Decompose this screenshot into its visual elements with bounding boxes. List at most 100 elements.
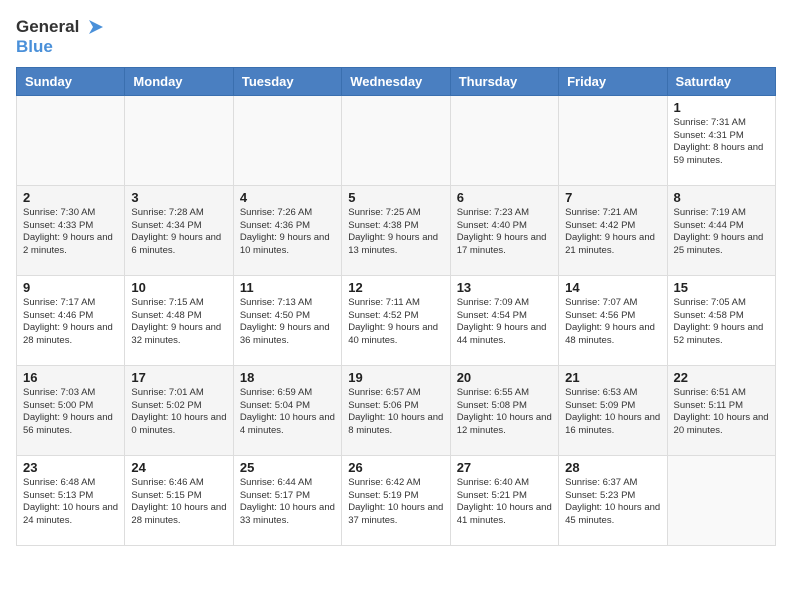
cell-text: Sunrise: 7:05 AM Sunset: 4:58 PM Dayligh… (674, 297, 769, 348)
day-number: 21 (565, 370, 660, 385)
cell-text: Sunrise: 7:15 AM Sunset: 4:48 PM Dayligh… (131, 297, 226, 348)
day-number: 11 (240, 280, 335, 295)
day-number: 5 (348, 190, 443, 205)
cell-text: Sunrise: 7:23 AM Sunset: 4:40 PM Dayligh… (457, 207, 552, 258)
column-header-saturday: Saturday (667, 67, 775, 95)
calendar-cell: 13Sunrise: 7:09 AM Sunset: 4:54 PM Dayli… (450, 275, 558, 365)
column-header-sunday: Sunday (17, 67, 125, 95)
cell-text: Sunrise: 6:55 AM Sunset: 5:08 PM Dayligh… (457, 387, 552, 438)
calendar-cell: 16 Sunrise: 7:03 AM Sunset: 5:00 PM Dayli… (17, 365, 125, 455)
calendar-cell: 2 Sunrise: 7:30 AM Sunset: 4:33 PM Daylig… (17, 185, 125, 275)
day-number: 19 (348, 370, 443, 385)
cell-text: Sunrise: 7:03 AM Sunset: 5:00 PM Dayligh… (23, 387, 118, 438)
cell-text: Sunrise: 6:59 AM Sunset: 5:04 PM Dayligh… (240, 387, 335, 438)
day-number: 26 (348, 460, 443, 475)
calendar-cell: 7Sunrise: 7:21 AM Sunset: 4:42 PM Daylig… (559, 185, 667, 275)
cell-text: Sunrise: 6:48 AM Sunset: 5:13 PM Dayligh… (23, 477, 118, 528)
column-header-wednesday: Wednesday (342, 67, 450, 95)
calendar-cell: 26 Sunrise: 6:42 AM Sunset: 5:19 PM Dayli… (342, 455, 450, 545)
logo-general-text: General (16, 18, 79, 37)
calendar-cell (342, 95, 450, 185)
cell-text: Sunrise: 7:17 AM Sunset: 4:46 PM Dayligh… (23, 297, 118, 348)
day-number: 22 (674, 370, 769, 385)
column-header-monday: Monday (125, 67, 233, 95)
day-number: 14 (565, 280, 660, 295)
cell-text: Sunrise: 7:21 AM Sunset: 4:42 PM Dayligh… (565, 207, 660, 258)
day-number: 8 (674, 190, 769, 205)
day-number: 4 (240, 190, 335, 205)
calendar-cell (559, 95, 667, 185)
cell-text: Sunrise: 7:07 AM Sunset: 4:56 PM Dayligh… (565, 297, 660, 348)
day-number: 12 (348, 280, 443, 295)
cell-text: Sunrise: 6:53 AM Sunset: 5:09 PM Dayligh… (565, 387, 660, 438)
day-number: 20 (457, 370, 552, 385)
calendar-cell (450, 95, 558, 185)
calendar-table: SundayMondayTuesdayWednesdayThursdayFrid… (16, 67, 776, 546)
cell-text: Sunrise: 7:01 AM Sunset: 5:02 PM Dayligh… (131, 387, 226, 438)
calendar-week-row: 2 Sunrise: 7:30 AM Sunset: 4:33 PM Daylig… (17, 185, 776, 275)
page-header: General Blue (16, 16, 776, 57)
day-number: 3 (131, 190, 226, 205)
cell-text: Sunrise: 6:57 AM Sunset: 5:06 PM Dayligh… (348, 387, 443, 438)
day-number: 17 (131, 370, 226, 385)
cell-text: Sunrise: 7:31 AM Sunset: 4:31 PM Dayligh… (674, 117, 769, 168)
cell-text: Sunrise: 6:37 AM Sunset: 5:23 PM Dayligh… (565, 477, 660, 528)
day-number: 28 (565, 460, 660, 475)
day-number: 9 (23, 280, 118, 295)
calendar-cell: 12 Sunrise: 7:11 AM Sunset: 4:52 PM Dayli… (342, 275, 450, 365)
day-number: 23 (23, 460, 118, 475)
day-number: 6 (457, 190, 552, 205)
calendar-cell: 4 Sunrise: 7:26 AM Sunset: 4:36 PM Daylig… (233, 185, 341, 275)
calendar-cell: 24 Sunrise: 6:46 AM Sunset: 5:15 PM Dayli… (125, 455, 233, 545)
calendar-cell: 14 Sunrise: 7:07 AM Sunset: 4:56 PM Dayli… (559, 275, 667, 365)
calendar-cell: 15 Sunrise: 7:05 AM Sunset: 4:58 PM Dayli… (667, 275, 775, 365)
column-header-tuesday: Tuesday (233, 67, 341, 95)
day-number: 15 (674, 280, 769, 295)
cell-text: Sunrise: 7:30 AM Sunset: 4:33 PM Dayligh… (23, 207, 118, 258)
day-number: 27 (457, 460, 552, 475)
calendar-cell: 9 Sunrise: 7:17 AM Sunset: 4:46 PM Daylig… (17, 275, 125, 365)
day-number: 2 (23, 190, 118, 205)
calendar-cell: 21 Sunrise: 6:53 AM Sunset: 5:09 PM Dayli… (559, 365, 667, 455)
cell-text: Sunrise: 7:28 AM Sunset: 4:34 PM Dayligh… (131, 207, 226, 258)
day-number: 10 (131, 280, 226, 295)
cell-text: Sunrise: 7:19 AM Sunset: 4:44 PM Dayligh… (674, 207, 769, 258)
calendar-week-row: 9 Sunrise: 7:17 AM Sunset: 4:46 PM Daylig… (17, 275, 776, 365)
logo-blue-text: Blue (16, 38, 103, 57)
calendar-cell: 18Sunrise: 6:59 AM Sunset: 5:04 PM Dayli… (233, 365, 341, 455)
day-number: 24 (131, 460, 226, 475)
cell-text: Sunrise: 6:46 AM Sunset: 5:15 PM Dayligh… (131, 477, 226, 528)
cell-text: Sunrise: 6:40 AM Sunset: 5:21 PM Dayligh… (457, 477, 552, 528)
day-number: 1 (674, 100, 769, 115)
calendar-cell (17, 95, 125, 185)
cell-text: Sunrise: 7:09 AM Sunset: 4:54 PM Dayligh… (457, 297, 552, 348)
day-number: 16 (23, 370, 118, 385)
calendar-cell: 6 Sunrise: 7:23 AM Sunset: 4:40 PM Daylig… (450, 185, 558, 275)
cell-text: Sunrise: 7:26 AM Sunset: 4:36 PM Dayligh… (240, 207, 335, 258)
cell-text: Sunrise: 7:11 AM Sunset: 4:52 PM Dayligh… (348, 297, 443, 348)
calendar-cell: 22 Sunrise: 6:51 AM Sunset: 5:11 PM Dayli… (667, 365, 775, 455)
calendar-cell: 11 Sunrise: 7:13 AM Sunset: 4:50 PM Dayli… (233, 275, 341, 365)
calendar-cell: 3 Sunrise: 7:28 AM Sunset: 4:34 PM Daylig… (125, 185, 233, 275)
calendar-cell: 1 Sunrise: 7:31 AM Sunset: 4:31 PM Daylig… (667, 95, 775, 185)
cell-text: Sunrise: 7:25 AM Sunset: 4:38 PM Dayligh… (348, 207, 443, 258)
calendar-cell (667, 455, 775, 545)
calendar-week-row: 23 Sunrise: 6:48 AM Sunset: 5:13 PM Dayli… (17, 455, 776, 545)
calendar-cell: 23 Sunrise: 6:48 AM Sunset: 5:13 PM Dayli… (17, 455, 125, 545)
calendar-cell: 27 Sunrise: 6:40 AM Sunset: 5:21 PM Dayli… (450, 455, 558, 545)
cell-text: Sunrise: 6:42 AM Sunset: 5:19 PM Dayligh… (348, 477, 443, 528)
column-header-thursday: Thursday (450, 67, 558, 95)
cell-text: Sunrise: 6:51 AM Sunset: 5:11 PM Dayligh… (674, 387, 769, 438)
logo-container: General Blue (16, 16, 103, 57)
calendar-cell: 17 Sunrise: 7:01 AM Sunset: 5:02 PM Dayli… (125, 365, 233, 455)
calendar-cell (125, 95, 233, 185)
logo-bird-icon (81, 16, 103, 38)
calendar-cell: 20 Sunrise: 6:55 AM Sunset: 5:08 PM Dayli… (450, 365, 558, 455)
calendar-cell: 8 Sunrise: 7:19 AM Sunset: 4:44 PM Daylig… (667, 185, 775, 275)
cell-text: Sunrise: 6:44 AM Sunset: 5:17 PM Dayligh… (240, 477, 335, 528)
cell-text: Sunrise: 7:13 AM Sunset: 4:50 PM Dayligh… (240, 297, 335, 348)
calendar-cell: 5 Sunrise: 7:25 AM Sunset: 4:38 PM Daylig… (342, 185, 450, 275)
calendar-cell (233, 95, 341, 185)
calendar-cell: 10 Sunrise: 7:15 AM Sunset: 4:48 PM Dayli… (125, 275, 233, 365)
logo: General Blue (16, 16, 103, 57)
